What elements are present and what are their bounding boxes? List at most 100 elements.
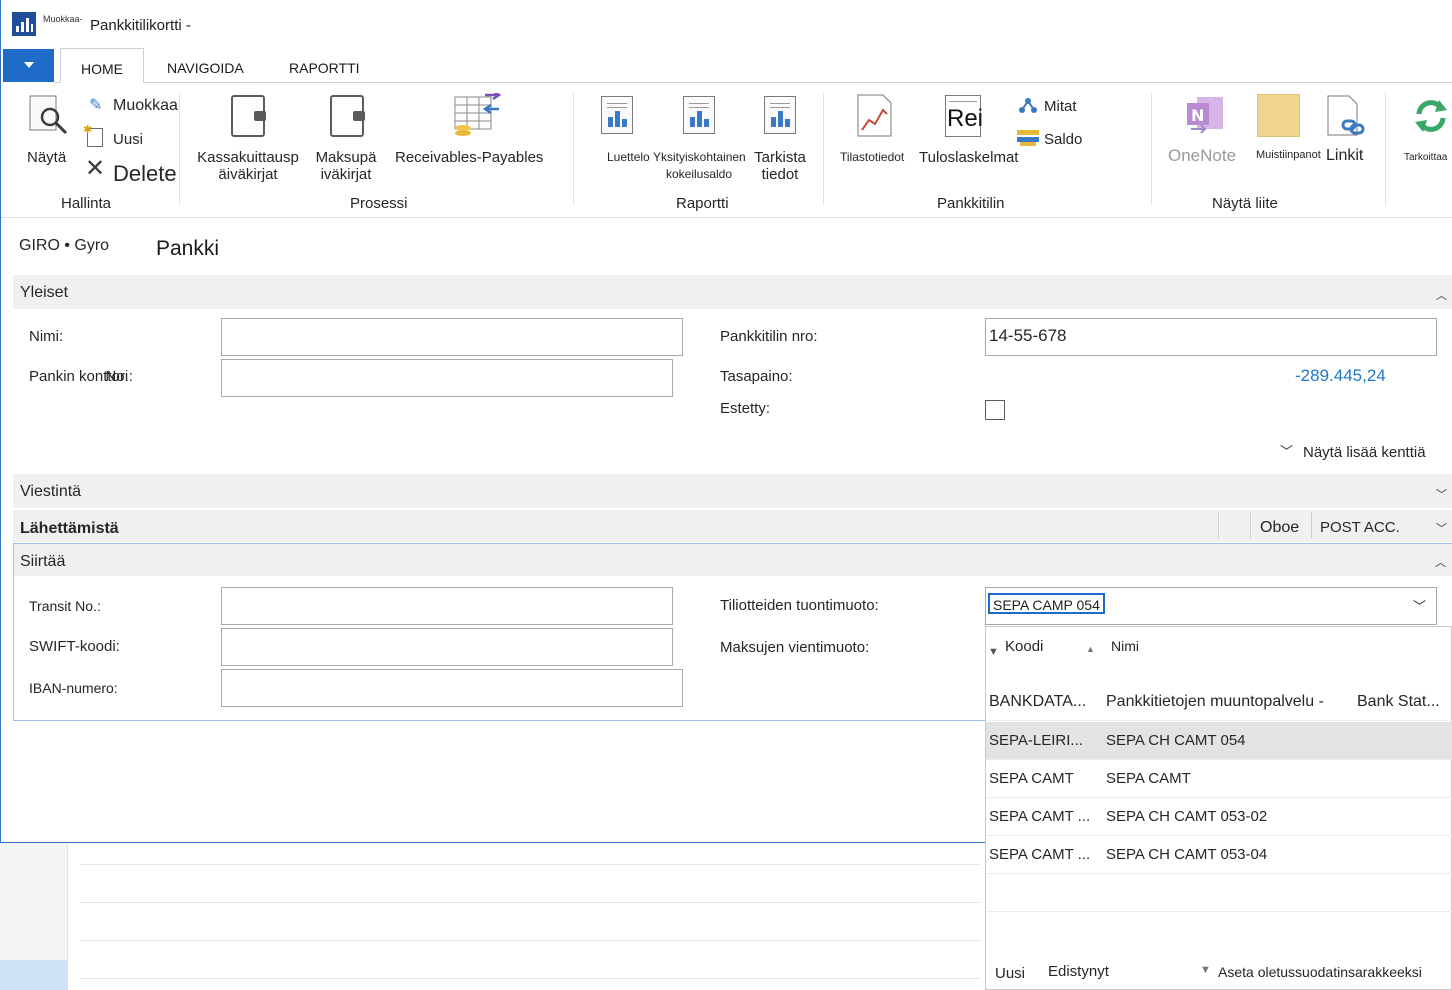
means-label: Tarkoittaa <box>1404 152 1448 163</box>
row-name: SEPA CH CAMT 053-04 <box>1106 846 1268 863</box>
background-row-divider <box>80 978 980 979</box>
delete-x-icon: ✕ <box>85 155 106 182</box>
journal-icon <box>231 95 266 137</box>
group-label-hallinta: Hallinta <box>61 195 112 212</box>
balance-label: Saldo <box>1044 131 1083 148</box>
detailed-trial-balance-line2: kokeilusaldo <box>665 167 733 181</box>
chevron-down-icon: ﹀ <box>1436 489 1447 501</box>
application-menu-button[interactable] <box>3 49 54 82</box>
sort-ascending-icon[interactable]: ▲ <box>1086 644 1095 654</box>
section-transfer-header[interactable]: Siirtää ︿ <box>14 544 1452 576</box>
balance-value-link[interactable]: -289.445,24 <box>1295 366 1386 386</box>
payment-journals-label: Maksupä iväkirjat <box>309 149 383 183</box>
group-separator <box>823 93 824 205</box>
row-name: SEPA CH CAMT 054 <box>1106 732 1246 749</box>
bank-branch-label-part2: No.: <box>105 368 133 385</box>
payment-label-line2: iväkirjat <box>320 166 372 183</box>
group-separator <box>573 93 574 205</box>
lookup-row[interactable]: BANKDATA... Pankkitietojen muuntopalvelu… <box>986 683 1452 721</box>
statement-import-format-label: Tiliotteiden tuontimuoto: <box>720 597 879 614</box>
receivables-payables-icon <box>454 93 502 136</box>
row-code: SEPA CAMT <box>989 770 1074 787</box>
svg-text:N: N <box>1191 106 1204 125</box>
transit-no-label: Transit No.: <box>29 598 101 614</box>
link-icon <box>1327 95 1365 136</box>
row-code: SEPA CAMT ... <box>989 808 1091 825</box>
bank-branch-label: Pankin konttori No.: <box>29 368 133 385</box>
swift-code-label: SWIFT-koodi: <box>29 638 120 655</box>
statistics-label: Tilastotiedot <box>840 150 905 164</box>
view-icon <box>29 95 68 135</box>
journal-icon <box>330 95 365 137</box>
payment-export-format-label: Maksujen vientimuoto: <box>720 639 870 656</box>
sticky-note-icon <box>1257 94 1300 137</box>
swift-code-field[interactable] <box>221 628 673 666</box>
detailed-trial-balance-label: Yksityiskohtainen kokeilusaldo <box>653 149 746 183</box>
section-general-header[interactable]: Yleiset ︿ <box>13 275 1452 309</box>
row-name: SEPA CH CAMT 053-02 <box>1106 808 1268 825</box>
title-bar: Muokkaa- Pankkitilikortti - <box>1 0 1452 48</box>
onenote-icon: N <box>1187 97 1223 134</box>
edit-label: Muokkaa <box>113 97 178 114</box>
onenote-label: OneNote <box>1168 146 1237 165</box>
ribbon: Näytä ✎ Muokkaa ✱ Uusi ✕ Delete Hallinta… <box>1 83 1452 218</box>
background-row-divider <box>80 902 980 903</box>
background-sidebar <box>0 843 68 990</box>
chevron-up-icon: ︿ <box>1436 290 1447 302</box>
balance-label: Tasapaino: <box>720 368 793 385</box>
group-label-prosessi: Prosessi <box>350 195 408 212</box>
report-icon <box>683 96 715 134</box>
column-header-name[interactable]: Nimi <box>1111 638 1139 654</box>
lookup-row[interactable]: SEPA CAMT ... SEPA CH CAMT 053-04 <box>986 836 1452 874</box>
lookup-row[interactable]: SEPA CAMT SEPA CAMT <box>986 760 1452 798</box>
lookup-row[interactable]: SEPA CAMT ... SEPA CH CAMT 053-02 <box>986 798 1452 836</box>
tab-navigoida[interactable]: NAVIGOIDA <box>167 60 244 76</box>
name-field[interactable] <box>221 318 683 356</box>
tab-home[interactable]: HOME <box>60 48 144 83</box>
statistics-icon <box>857 94 892 137</box>
lookup-advanced-button[interactable]: Edistynyt <box>1048 963 1109 980</box>
row-code: BANKDATA... <box>989 693 1087 710</box>
view-label: Näytä <box>27 149 67 166</box>
name-label: Nimi: <box>29 328 64 345</box>
check-data-line1: Tarkista <box>754 149 806 166</box>
row-name: SEPA CAMT <box>1106 770 1191 787</box>
posting-summary-1: Oboe <box>1260 519 1300 536</box>
section-transfer-title: Siirtää <box>20 553 66 570</box>
chevron-down-icon[interactable]: ﹀ <box>1413 596 1426 615</box>
window-title: Pankkitilikortti - <box>90 17 191 34</box>
group-separator <box>179 93 180 205</box>
chevron-down-icon: ﹀ <box>1436 523 1447 535</box>
receivables-payables-label: Receivables-Payables <box>395 149 544 166</box>
group-label-nayta-liite: Näytä liite <box>1212 195 1278 212</box>
posting-summary-2: POST ACC. <box>1320 519 1400 536</box>
section-posting-title: Lähettämistä <box>20 520 119 537</box>
bank-account-no-label: Pankkitilin nro: <box>720 328 818 345</box>
summary-divider <box>1250 512 1251 538</box>
column-header-code[interactable]: Koodi <box>1005 638 1043 655</box>
tab-raportti[interactable]: RAPORTTI <box>289 60 360 76</box>
background-row-divider <box>80 864 980 865</box>
new-label: Uusi <box>113 131 144 148</box>
blocked-checkbox[interactable] <box>985 400 1005 420</box>
pencil-icon: ✎ <box>89 97 103 114</box>
lookup-row-selected[interactable]: SEPA-LEIRI... SEPA CH CAMT 054 <box>986 722 1452 760</box>
report-icon <box>601 96 633 134</box>
lookup-new-button[interactable]: Uusi <box>995 965 1025 982</box>
transit-no-field[interactable] <box>221 587 673 625</box>
iban-field[interactable] <box>221 669 683 707</box>
lookup-row-empty <box>986 912 1452 950</box>
filter-icon[interactable]: ▼ <box>988 646 999 658</box>
report-icon <box>764 96 796 134</box>
section-posting-header[interactable]: Lähettämistä Oboe POST ACC. ﹀ <box>13 510 1452 542</box>
lookup-dropdown: ▼ Koodi ▲ Nimi BANKDATA... Pankkitietoje… <box>985 626 1452 990</box>
section-communication-header[interactable]: Viestintä ﹀ <box>13 474 1452 508</box>
bank-branch-field[interactable] <box>221 359 673 397</box>
bank-account-no-field[interactable]: 14-55-678 <box>985 318 1437 356</box>
statement-import-format-select[interactable]: SEPA CAMP 054 ﹀ <box>985 587 1437 625</box>
check-data-label: Tarkista tiedot <box>749 149 811 183</box>
detailed-trial-balance-line1: Yksityiskohtainen <box>653 150 746 164</box>
sparkle-icon: ✱ <box>83 124 93 136</box>
statement-import-format-value[interactable]: SEPA CAMP 054 <box>988 593 1105 614</box>
income-statement-icon: Rei <box>945 95 983 137</box>
